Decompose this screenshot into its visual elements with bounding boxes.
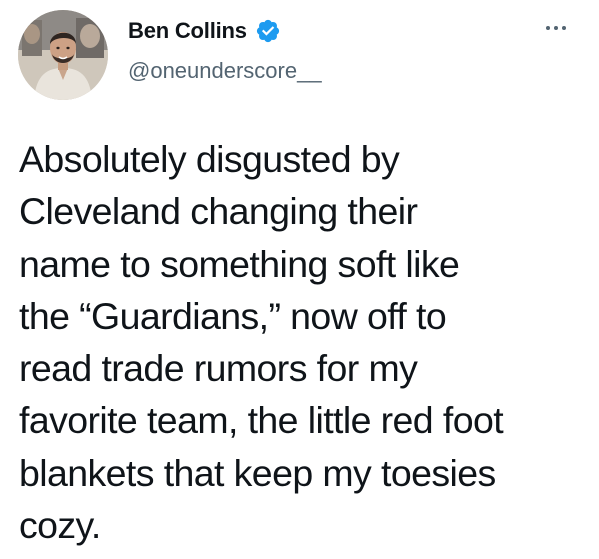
- tweet-text: Absolutely disgusted by Cleveland changi…: [19, 138, 504, 547]
- more-horizontal-icon: [546, 26, 550, 30]
- verified-badge-icon: [255, 18, 281, 44]
- more-horizontal-icon-dot: [562, 26, 566, 30]
- more-options-button[interactable]: [538, 16, 574, 40]
- author-name-row: Ben Collins: [128, 18, 281, 44]
- more-horizontal-icon-dot: [554, 26, 558, 30]
- tweet-card: Ben Collins @oneunderscore__ Absolutely …: [0, 0, 599, 559]
- avatar-image: [18, 10, 108, 100]
- author-display-name[interactable]: Ben Collins: [128, 18, 247, 44]
- avatar[interactable]: [18, 10, 108, 100]
- author-handle[interactable]: @oneunderscore__: [128, 58, 322, 84]
